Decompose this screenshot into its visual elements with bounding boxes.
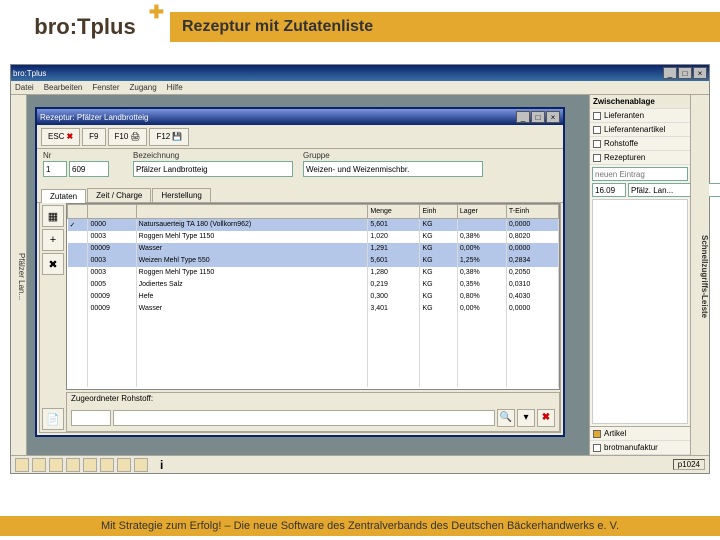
f9-button[interactable]: F9	[82, 128, 105, 146]
status-icon[interactable]	[15, 458, 29, 472]
app-titlebar: bro:Tplus _ □ ×	[11, 65, 709, 81]
left-rail-tab[interactable]: Pfälzer Lan...	[11, 95, 27, 455]
sidebar-item-rohstoffe[interactable]: Rohstoffe	[590, 137, 690, 151]
recipe-form: Nr Bezeichnung Gruppe	[37, 149, 563, 185]
close-button[interactable]: ×	[693, 67, 707, 79]
menu-item[interactable]: Datei	[15, 83, 34, 92]
sidebar-item-lieferantenartikel[interactable]: Lieferantenartikel	[590, 123, 690, 137]
status-icon[interactable]	[49, 458, 63, 472]
tab-zeit[interactable]: Zeit / Charge	[87, 188, 151, 202]
sidebar-item-rezepturen[interactable]: Rezepturen	[590, 151, 690, 165]
app-window: bro:Tplus _ □ × Datei Bearbeiten Fenster…	[10, 64, 710, 474]
menu-item[interactable]: Zugang	[130, 83, 157, 92]
f12-button[interactable]: F12💾	[149, 128, 189, 146]
recipe-toolbar: ESC✖ F9 F10🖨 F12💾	[37, 125, 563, 149]
sidebar-item-lieferanten[interactable]: Lieferanten	[590, 109, 690, 123]
status-icon[interactable]	[83, 458, 97, 472]
bp-dropdown-button[interactable]: ▾	[517, 409, 535, 427]
bottom-label: Zugeordneter Rohstoff:	[67, 393, 559, 404]
nr-input[interactable]	[43, 161, 67, 177]
bp-code[interactable]	[71, 410, 111, 426]
sidebar-item-artikel[interactable]: Artikel	[590, 427, 690, 441]
status-icon[interactable]	[134, 458, 148, 472]
maximize-button[interactable]: □	[678, 67, 692, 79]
nr-label: Nr	[43, 151, 123, 160]
slide-title: Rezeptur mit Zutatenliste	[182, 18, 373, 36]
bp-text[interactable]	[113, 410, 495, 426]
bp-clear-button[interactable]: ✖	[537, 409, 555, 427]
status-right: p1024	[673, 459, 705, 470]
footer-text: Mit Strategie zum Erfolg! – Die neue Sof…	[101, 520, 619, 532]
tabs: Zutaten Zeit / Charge Herstellung	[37, 185, 563, 203]
bez-input[interactable]	[133, 161, 293, 177]
minimize-button[interactable]: _	[663, 67, 677, 79]
menubar: Datei Bearbeiten Fenster Zugang Hilfe	[11, 81, 709, 95]
add-button[interactable]: +	[42, 229, 64, 251]
right-panel: Zwischenablage Lieferanten Lieferantenar…	[589, 95, 709, 455]
footer-bar: Mit Strategie zum Erfolg! – Die neue Sof…	[0, 516, 720, 536]
menu-item[interactable]: Fenster	[92, 83, 119, 92]
view-button[interactable]: ▦	[42, 205, 64, 227]
app-body: Pfälzer Lan... Rezeptur: Pfälzer Landbro…	[11, 95, 589, 455]
tab-herstellung[interactable]: Herstellung	[152, 188, 210, 202]
ingredients-grid[interactable]: MengeEinhLagerT-Einh✓0000Natursauerteig …	[66, 203, 560, 390]
recipe-window: Rezeptur: Pfälzer Landbrotteig _ □ × ESC…	[35, 107, 565, 437]
doc-button[interactable]: 📄	[42, 408, 64, 430]
brand-logo: bro:Tplus✚	[0, 0, 170, 54]
bez-label: Bezeichnung	[133, 151, 293, 160]
inner-minimize[interactable]: _	[516, 111, 530, 123]
statusbar: i p1024	[11, 455, 709, 473]
slide-title-bar: Rezeptur mit Zutatenliste	[170, 12, 720, 42]
gruppe-label: Gruppe	[303, 151, 483, 160]
esc-button[interactable]: ESC✖	[41, 128, 80, 146]
clipboard-header: Zwischenablage	[590, 95, 690, 109]
tab-content: ▦ + ✖ 📄 MengeEinhLagerT-Einh✓0000Natursa…	[39, 203, 561, 433]
menu-item[interactable]: Hilfe	[167, 83, 183, 92]
f10-button[interactable]: F10🖨	[108, 128, 148, 146]
right-rail-label: Schnellzugriffs-Leiste	[690, 95, 709, 455]
inner-maximize[interactable]: □	[531, 111, 545, 123]
bottom-panel: Zugeordneter Rohstoff: 🔍 ▾ ✖	[66, 392, 560, 432]
gruppe-input[interactable]	[303, 161, 483, 177]
status-icon[interactable]	[66, 458, 80, 472]
menu-item[interactable]: Bearbeiten	[44, 83, 83, 92]
status-icon[interactable]	[100, 458, 114, 472]
code-input[interactable]	[69, 161, 109, 177]
side-buttons: ▦ + ✖ 📄	[40, 203, 66, 432]
inner-close[interactable]: ×	[546, 111, 560, 123]
status-icon[interactable]	[117, 458, 131, 472]
sidebar-search[interactable]	[592, 167, 688, 181]
recipe-titlebar: Rezeptur: Pfälzer Landbrotteig _ □ ×	[37, 109, 563, 125]
bp-search-button[interactable]: 🔍	[497, 409, 515, 427]
info-icon[interactable]: i	[160, 458, 163, 472]
sidebar-item-brotmanufaktur[interactable]: brotmanufaktur	[590, 441, 690, 455]
tab-zutaten[interactable]: Zutaten	[41, 189, 86, 203]
sidebar-list-area	[592, 199, 688, 424]
sidebar-code[interactable]	[592, 183, 626, 197]
status-icon[interactable]	[32, 458, 46, 472]
remove-button[interactable]: ✖	[42, 253, 64, 275]
